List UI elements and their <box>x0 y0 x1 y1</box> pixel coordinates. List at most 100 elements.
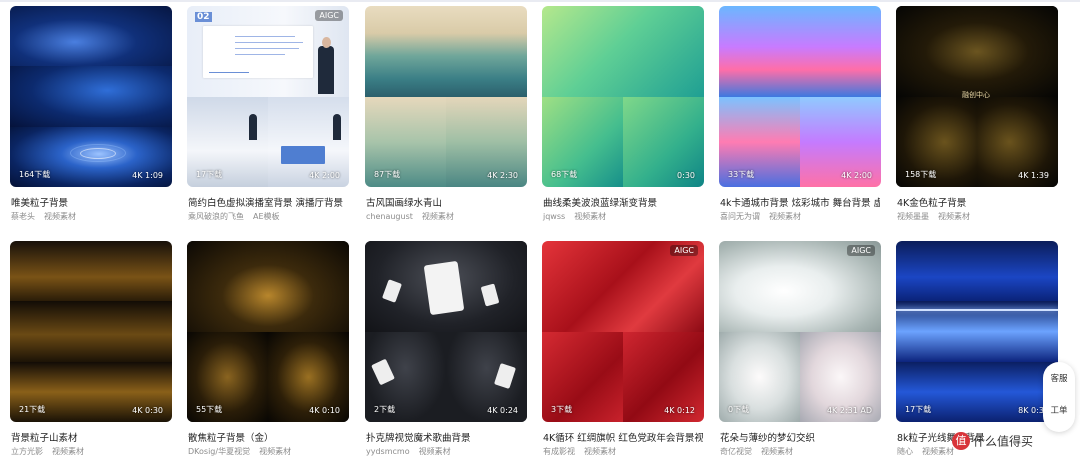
card-title[interactable]: 花朵与薄纱的梦幻交织 <box>720 430 880 444</box>
template-card[interactable]: 87下载 4K 2:30 古风国画绿水青山 chenaugust 视频素材 <box>365 6 527 221</box>
download-count: 158下载 <box>905 170 937 179</box>
video-meta: 4K 1:09 <box>132 171 163 180</box>
author[interactable]: jqwss <box>543 212 565 221</box>
template-card[interactable]: 55下载 4K 0:10 散焦粒子背景（金） DKosig/华夏视觉 视频素材 <box>187 241 349 456</box>
template-card[interactable]: 164下载 4K 1:09 唯美粒子背景 蔡老头 视频素材 <box>10 6 172 221</box>
author[interactable]: 奇亿视觉 <box>720 447 752 456</box>
aigc-badge: AIGC <box>847 245 875 256</box>
card-subtitle: 奇亿视觉 视频素材 <box>720 446 802 457</box>
author[interactable]: yydsmcmo <box>366 447 410 456</box>
download-count: 0下载 <box>728 405 750 414</box>
card-title[interactable]: 扑克牌视觉魔术歌曲背景 <box>366 430 526 444</box>
category[interactable]: 视频素材 <box>922 447 954 456</box>
template-card[interactable]: 2下载 4K 0:24 扑克牌视觉魔术歌曲背景 yydsmcmo 视频素材 <box>365 241 527 456</box>
author[interactable]: 有成影视 <box>543 447 575 456</box>
card-title[interactable]: 简约白色虚拟演播室背景 演播厅背景 <box>188 195 348 209</box>
slide-number: 02 <box>195 12 212 22</box>
author[interactable]: DKosig/华夏视觉 <box>188 447 250 456</box>
category[interactable]: 视频素材 <box>769 212 801 221</box>
card-title[interactable]: 古风国画绿水青山 <box>366 195 526 209</box>
card-subtitle: 乘风破浪的飞鱼 AE模板 <box>188 211 289 222</box>
author[interactable]: 视频墨墨 <box>897 212 929 221</box>
thumbnail[interactable]: 融创中心 158下载 4K 1:39 <box>896 6 1058 187</box>
category[interactable]: 视频素材 <box>761 447 793 456</box>
template-card[interactable]: 17下载 8K 0:30 8k粒子光线舞台背景 随心 视频素材 <box>896 241 1058 456</box>
download-count: 17下载 <box>196 170 223 179</box>
thumbnail[interactable]: 02 AIGC 17下载 4K 2:00 <box>187 6 349 187</box>
author[interactable]: 立方光影 <box>11 447 43 456</box>
video-meta: 4K 1:39 <box>1018 171 1049 180</box>
author[interactable]: 喜问无为谓 <box>720 212 760 221</box>
card-title[interactable]: 唯美粒子背景 <box>11 195 171 209</box>
card-subtitle: yydsmcmo 视频素材 <box>366 446 460 457</box>
download-count: 33下载 <box>728 170 755 179</box>
thumbnail[interactable]: AIGC 0下载 4K 2:31 AD <box>719 241 881 422</box>
video-meta: 4K 0:10 <box>309 406 340 415</box>
card-subtitle: 有成影视 视频素材 <box>543 446 625 457</box>
template-card[interactable]: 02 AIGC 17下载 4K 2:00 简约白色虚拟演播室背景 演播厅背景 乘… <box>187 6 349 221</box>
video-meta: 4K 0:12 <box>664 406 695 415</box>
download-count: 87下载 <box>374 170 401 179</box>
card-subtitle: jqwss 视频素材 <box>543 211 615 222</box>
thumbnail[interactable]: 87下载 4K 2:30 <box>365 6 527 187</box>
card-title[interactable]: 曲线柔美波浪蓝绿渐变背景 <box>543 195 703 209</box>
card-title[interactable]: 4K循环 红绸旗帜 红色党政年会背景视频 <box>543 430 703 444</box>
thumbnail[interactable]: 33下载 4K 2:00 <box>719 6 881 187</box>
thumbnail[interactable]: 55下载 4K 0:10 <box>187 241 349 422</box>
video-meta: 0:30 <box>677 171 695 180</box>
card-title[interactable]: 4k卡通城市背景 炫彩城市 舞台背景 虚 <box>720 195 880 209</box>
thumbnail[interactable]: 2下载 4K 0:24 <box>365 241 527 422</box>
template-card[interactable]: AIGC 3下载 4K 0:12 4K循环 红绸旗帜 红色党政年会背景视频 有成… <box>542 241 704 456</box>
download-count: 3下载 <box>551 405 573 414</box>
floating-side-panel: 客服 工单 <box>1043 362 1075 432</box>
video-meta: 4K 2:00 <box>841 171 872 180</box>
download-count: 2下载 <box>374 405 396 414</box>
category[interactable]: 视频素材 <box>422 212 454 221</box>
template-card[interactable]: 融创中心 158下载 4K 1:39 4K金色粒子背景 视频墨墨 视频素材 <box>896 6 1058 221</box>
category[interactable]: 视频素材 <box>584 447 616 456</box>
category[interactable]: 视频素材 <box>574 212 606 221</box>
author[interactable]: 随心 <box>897 447 913 456</box>
download-count: 164下载 <box>19 170 51 179</box>
card-subtitle: DKosig/华夏视觉 视频素材 <box>188 446 300 457</box>
card-subtitle: 蔡老头 视频素材 <box>11 211 85 222</box>
thumbnail[interactable]: AIGC 3下载 4K 0:12 <box>542 241 704 422</box>
video-meta: 4K 2:30 <box>487 171 518 180</box>
category[interactable]: 视频素材 <box>938 212 970 221</box>
card-title[interactable]: 4K金色粒子背景 <box>897 195 1057 209</box>
category[interactable]: 视频素材 <box>419 447 451 456</box>
watermark: 值什么值得买 <box>952 432 1033 450</box>
top-border <box>0 0 1080 2</box>
template-card[interactable]: 21下载 4K 0:30 背景粒子山素材 立方光影 视频素材 <box>10 241 172 456</box>
download-count: 21下载 <box>19 405 46 414</box>
thumbnail[interactable]: 68下载 0:30 <box>542 6 704 187</box>
author[interactable]: 乘风破浪的飞鱼 <box>188 212 244 221</box>
card-subtitle: 喜问无为谓 视频素材 <box>720 211 810 222</box>
category[interactable]: 视频素材 <box>52 447 84 456</box>
card-subtitle: 视频墨墨 视频素材 <box>897 211 979 222</box>
template-card[interactable]: AIGC 0下载 4K 2:31 AD 花朵与薄纱的梦幻交织 奇亿视觉 视频素材 <box>719 241 881 456</box>
category[interactable]: AE模板 <box>253 212 280 221</box>
author[interactable]: chenaugust <box>366 212 413 221</box>
watermark-logo-icon: 值 <box>952 432 970 450</box>
download-count: 17下载 <box>905 405 932 414</box>
thumbnail[interactable]: 164下载 4K 1:09 <box>10 6 172 187</box>
card-title[interactable]: 散焦粒子背景（金） <box>188 430 348 444</box>
ticket-button[interactable]: 工单 <box>1043 404 1075 416</box>
category[interactable]: 视频素材 <box>259 447 291 456</box>
template-card[interactable]: 33下载 4K 2:00 4k卡通城市背景 炫彩城市 舞台背景 虚 喜问无为谓视… <box>719 6 881 221</box>
template-card[interactable]: 68下载 0:30 曲线柔美波浪蓝绿渐变背景 jqwss 视频素材 <box>542 6 704 221</box>
video-meta: 4K 0:24 <box>487 406 518 415</box>
video-meta: 4K 0:30 <box>132 406 163 415</box>
customer-service-button[interactable]: 客服 <box>1043 372 1075 384</box>
card-title[interactable]: 背景粒子山素材 <box>11 430 171 444</box>
video-meta: 4K 2:00 <box>309 171 340 180</box>
category[interactable]: 视频素材 <box>44 212 76 221</box>
watermark-text: 什么值得买 <box>973 434 1034 449</box>
download-count: 55下载 <box>196 405 223 414</box>
thumbnail[interactable]: 17下载 8K 0:30 <box>896 241 1058 422</box>
thumbnail[interactable]: 21下载 4K 0:30 <box>10 241 172 422</box>
author[interactable]: 蔡老头 <box>11 212 35 221</box>
card-subtitle: 立方光影 视频素材 <box>11 446 93 457</box>
video-meta: 4K 2:31 AD <box>826 406 872 415</box>
